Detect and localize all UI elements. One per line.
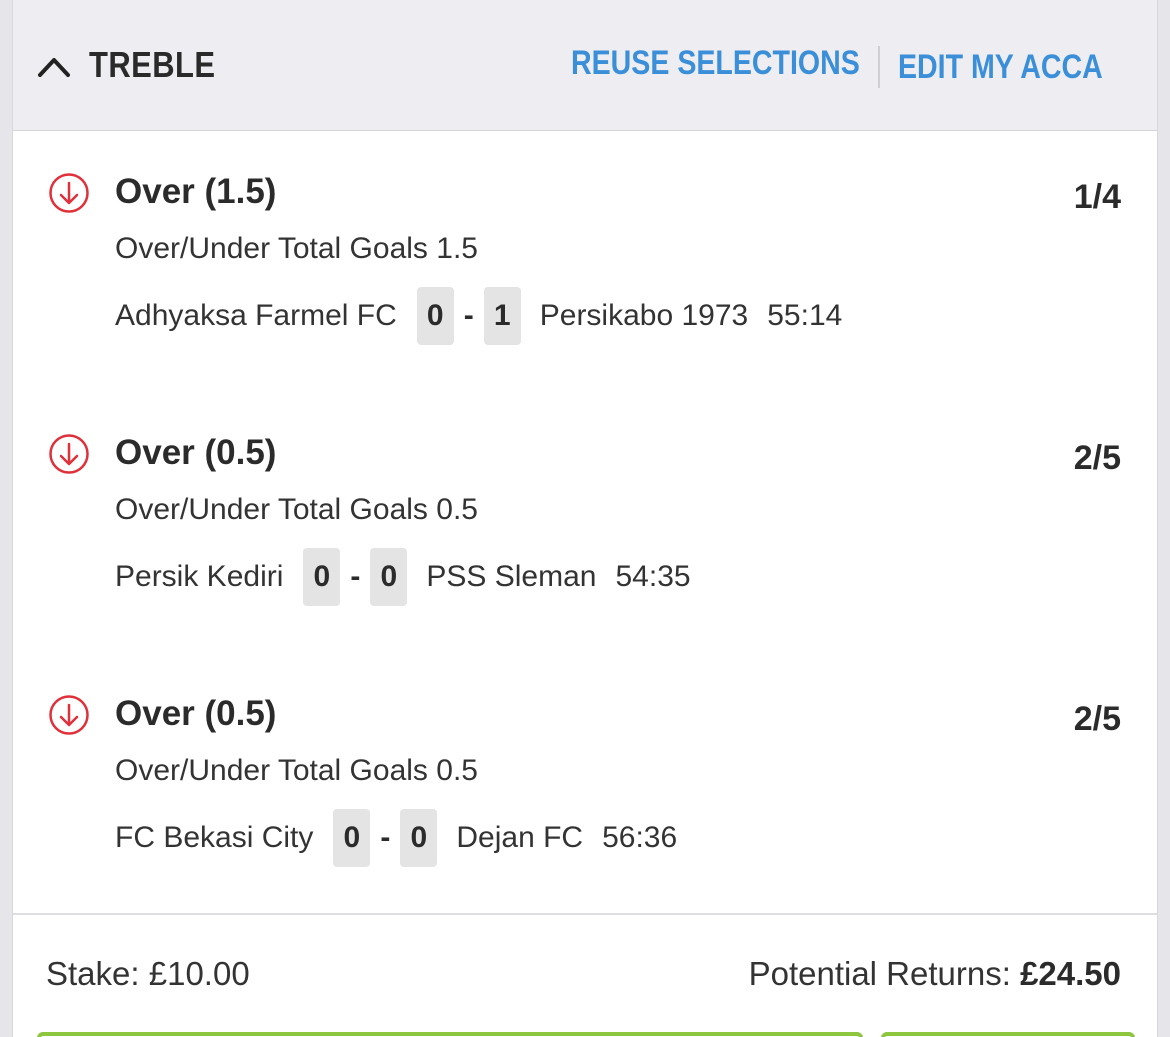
score-separator: - xyxy=(463,299,474,332)
arrow-down-circle-icon[interactable] xyxy=(48,694,90,736)
away-team: PSS Sleman xyxy=(426,560,597,593)
away-score: 1 xyxy=(483,287,521,345)
home-team: Adhyaksa Farmel FC xyxy=(115,299,397,332)
home-score: 0 xyxy=(416,287,454,345)
arrow-down-circle-icon[interactable] xyxy=(48,433,90,475)
header-divider xyxy=(878,46,880,88)
match-info: Adhyaksa Farmel FC 0 - 1 Persikabo 1973 … xyxy=(115,287,842,345)
arrow-down-circle-icon[interactable] xyxy=(48,172,90,214)
bet-card: TREBLE REUSE SELECTIONS EDIT MY ACCA Ove… xyxy=(12,0,1158,1037)
returns-value: £24.50 xyxy=(1020,955,1121,992)
selection-odds: 1/4 xyxy=(1073,178,1121,216)
away-team: Dejan FC xyxy=(456,821,584,854)
away-score: 0 xyxy=(400,809,438,867)
chevron-up-icon[interactable] xyxy=(37,54,71,78)
home-score: 0 xyxy=(333,809,371,867)
away-team: Persikabo 1973 xyxy=(539,299,749,332)
stake-summary: Stake: £10.00 xyxy=(46,955,250,993)
home-team: Persik Kediri xyxy=(115,560,284,593)
match-info: Persik Kediri 0 - 0 PSS Sleman 54:35 xyxy=(115,548,691,606)
selection-name: Over (0.5) xyxy=(115,433,277,472)
score-separator: - xyxy=(350,560,361,593)
secondary-action-button[interactable] xyxy=(881,1032,1135,1037)
returns-label: Potential Returns: xyxy=(748,955,1011,992)
footer-divider xyxy=(13,913,1157,915)
selection-name: Over (0.5) xyxy=(115,694,277,733)
reuse-selections-link[interactable]: REUSE SELECTIONS xyxy=(571,44,860,83)
potential-returns-summary: Potential Returns: £24.50 xyxy=(749,955,1121,993)
bet-type-title: TREBLE xyxy=(89,44,216,85)
home-team: FC Bekasi City xyxy=(115,821,314,854)
selection-odds: 2/5 xyxy=(1073,700,1121,738)
selection-item: Over (0.5) 2/5 Over/Under Total Goals 0.… xyxy=(13,433,1157,673)
selection-item: Over (0.5) 2/5 Over/Under Total Goals 0.… xyxy=(13,694,1157,934)
away-score: 0 xyxy=(370,548,408,606)
match-info: FC Bekasi City 0 - 0 Dejan FC 56:36 xyxy=(115,809,677,867)
market-name: Over/Under Total Goals 0.5 xyxy=(115,754,478,787)
selection-item: Over (1.5) 1/4 Over/Under Total Goals 1.… xyxy=(13,172,1157,412)
stake-value: £10.00 xyxy=(148,955,250,992)
selection-odds: 2/5 xyxy=(1073,439,1121,477)
stake-label: Stake: xyxy=(46,955,140,992)
bet-header: TREBLE REUSE SELECTIONS EDIT MY ACCA xyxy=(13,0,1157,131)
match-clock: 56:36 xyxy=(602,821,678,854)
primary-action-button[interactable] xyxy=(37,1032,863,1037)
selection-name: Over (1.5) xyxy=(115,172,277,211)
market-name: Over/Under Total Goals 0.5 xyxy=(115,493,478,526)
score-separator: - xyxy=(380,821,391,854)
match-clock: 55:14 xyxy=(767,299,843,332)
match-clock: 54:35 xyxy=(615,560,691,593)
market-name: Over/Under Total Goals 1.5 xyxy=(115,232,478,265)
edit-my-acca-link[interactable]: EDIT MY ACCA xyxy=(898,48,1103,87)
home-score: 0 xyxy=(303,548,341,606)
